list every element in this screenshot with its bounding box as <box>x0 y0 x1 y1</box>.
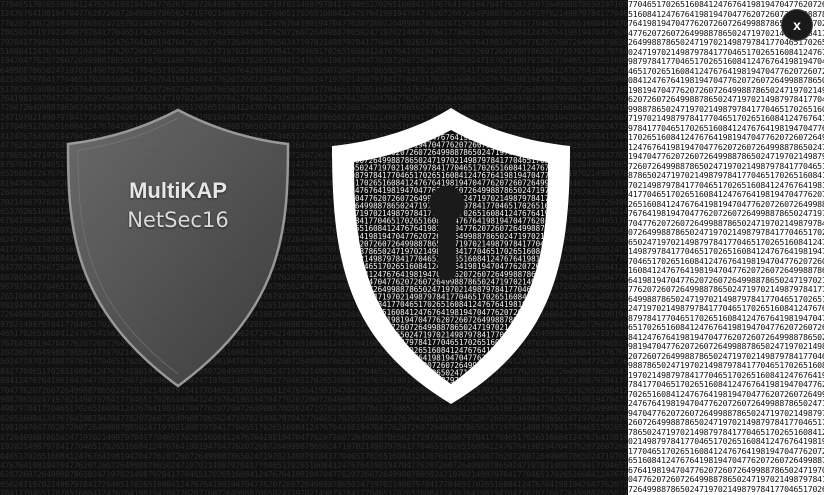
right-binary-pattern: 7704651702651608412476764198194704776207… <box>628 0 824 495</box>
brand-name: MultiKAP <box>129 178 227 203</box>
shield-icon <box>66 108 290 388</box>
right-digit-panel: 7704651702651608412476764198194704776207… <box>628 0 824 495</box>
splash-stage: 7704651702651608412476764198194704776207… <box>0 0 824 495</box>
lock-shield-icon: 7704651702651608412476764198194704776207… <box>332 108 570 404</box>
close-icon[interactable]: x <box>782 10 812 40</box>
brand-subtitle: NetSec16 <box>127 208 229 232</box>
